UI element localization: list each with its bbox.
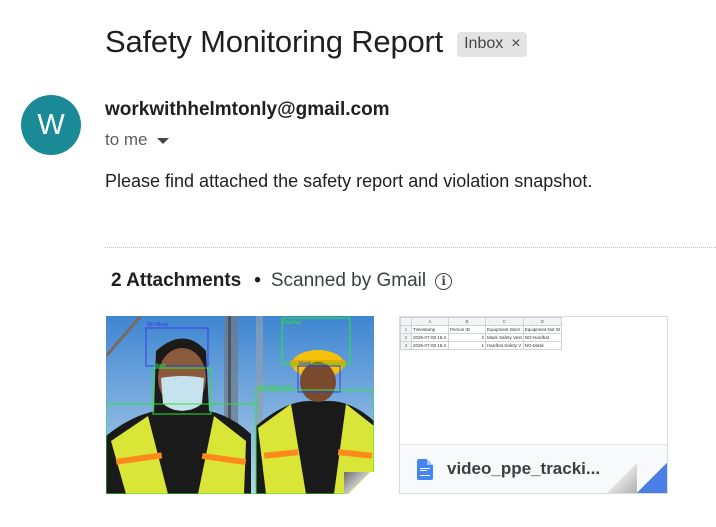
cell: NO-Mask xyxy=(522,341,563,350)
attachments-count: 2 Attachments xyxy=(111,270,242,291)
scanned-by-gmail-text: Scanned by Gmail xyxy=(270,270,427,291)
cell: Timestamp xyxy=(411,325,449,334)
separator-dot: • xyxy=(254,270,261,291)
detection-label: Mask xyxy=(154,363,166,369)
sender-email[interactable]: workwithhelmtonly@gmail.com xyxy=(105,99,390,121)
cell: Hardhat Safety V xyxy=(485,341,524,350)
email-body: Please find attached the safety report a… xyxy=(105,171,593,191)
detection-label: Hardhat xyxy=(283,320,301,326)
email-subject: Safety Monitoring Report xyxy=(105,24,444,59)
spreadsheet-table: A B C D 1 Timestamp Person ID Equipment … xyxy=(400,317,563,350)
cell: Person ID xyxy=(448,325,486,334)
google-docs-icon xyxy=(417,458,433,480)
column-letter: B xyxy=(448,317,486,326)
email-view: Safety Monitoring Report Inbox × W workw… xyxy=(0,0,716,527)
violation-snapshot-image: NO-Mask Mask NO-Safety Vest Hardhat Mask xyxy=(106,316,374,494)
column-letter: C xyxy=(485,317,524,326)
cell: Equipment Worn xyxy=(485,325,524,334)
detection-label: NO-Safety Vest xyxy=(258,385,293,391)
cell: Equipment Not W xyxy=(522,325,563,334)
document-filename: video_ppe_tracki... xyxy=(447,459,601,478)
spreadsheet-row: 2 2025-07-08 16:4 2 Mask Safety Vest NO-… xyxy=(400,333,563,342)
remove-label-icon[interactable]: × xyxy=(511,35,520,53)
cell: Mask Safety Vest xyxy=(485,333,524,342)
column-letter: D xyxy=(522,317,563,326)
recipient-label: to me xyxy=(105,130,148,149)
attachment-document-thumbnail[interactable]: A B C D 1 Timestamp Person ID Equipment … xyxy=(399,316,668,494)
detection-label: Mask xyxy=(299,361,311,367)
attachments-divider xyxy=(105,247,716,248)
attachment-image-thumbnail[interactable]: NO-Mask Mask NO-Safety Vest Hardhat Mask xyxy=(106,316,374,494)
page-fold-corner xyxy=(344,472,374,494)
row-number: 1 xyxy=(400,325,412,334)
spreadsheet-row: 3 2025-07-08 16:4 1 Hardhat Safety V NO-… xyxy=(400,341,563,350)
column-letter: A xyxy=(411,317,449,326)
inbox-label-text: Inbox xyxy=(464,34,504,52)
cell: 2025-07-08 16:4 xyxy=(411,341,449,350)
column-letter xyxy=(400,317,412,326)
cell: 2025-07-08 16:4 xyxy=(411,333,449,342)
detection-label: NO-Mask xyxy=(147,322,169,328)
page-fold xyxy=(607,463,637,493)
spreadsheet-preview: A B C D 1 Timestamp Person ID Equipment … xyxy=(400,317,667,445)
cell: 1 xyxy=(448,341,486,350)
sender-avatar[interactable]: W xyxy=(21,95,81,155)
document-type-corner xyxy=(637,463,667,493)
avatar-letter: W xyxy=(37,108,65,141)
info-icon[interactable]: i xyxy=(435,272,453,290)
subject-row: Safety Monitoring Report Inbox × xyxy=(105,24,527,60)
spreadsheet-row: 1 Timestamp Person ID Equipment Worn Equ… xyxy=(400,325,563,334)
cell: NO-Hardhat xyxy=(522,333,563,342)
row-number: 2 xyxy=(400,333,412,342)
chevron-down-icon[interactable] xyxy=(156,138,169,144)
attachments-header: 2 Attachments • Scanned by Gmail i xyxy=(111,270,453,292)
spreadsheet-column-header: A B C D xyxy=(400,317,563,326)
row-number: 3 xyxy=(400,341,412,350)
recipient-details-toggle[interactable]: to me xyxy=(105,130,169,150)
cell: 2 xyxy=(448,333,486,342)
inbox-label-chip[interactable]: Inbox × xyxy=(457,31,527,57)
